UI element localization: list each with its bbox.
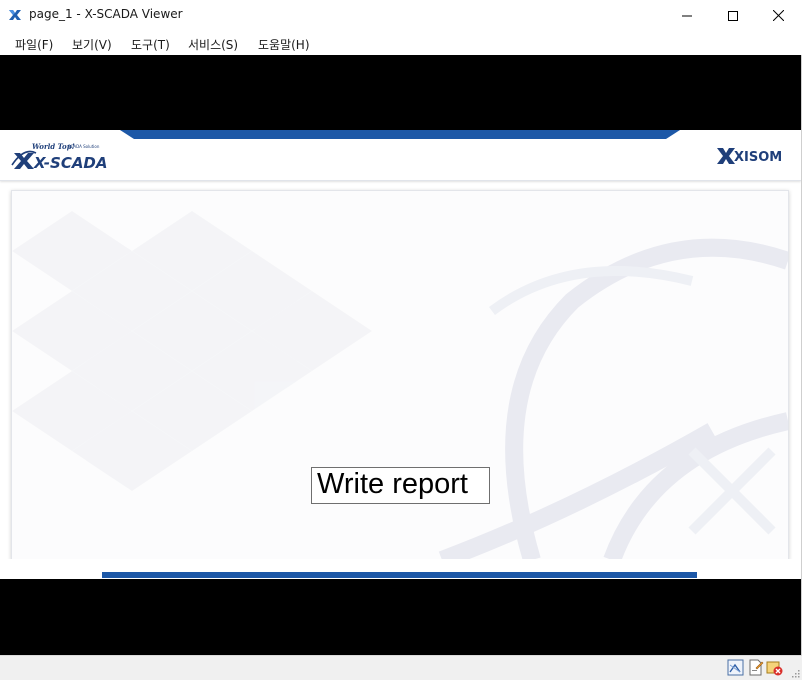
panel-background-pattern [12, 211, 788, 560]
logo-name: X-SCADA [33, 154, 108, 171]
document-edit-icon[interactable] [747, 659, 764, 676]
main-panel [11, 190, 789, 561]
write-report-button[interactable]: Write report [311, 467, 490, 504]
x-scada-app-icon [9, 10, 21, 20]
header-accent-bar [120, 130, 680, 139]
menu-file[interactable]: 파일(F) [15, 36, 53, 53]
window-titlebar[interactable]: page_1 - X-SCADA Viewer [0, 0, 802, 31]
letterbox-top [0, 55, 802, 130]
maximize-button[interactable] [710, 0, 756, 31]
alarm-error-icon[interactable] [766, 659, 783, 676]
menu-services[interactable]: 서비스(S) [188, 36, 238, 53]
xisom-logo-text: XISOM [734, 150, 782, 165]
close-button[interactable] [755, 0, 801, 31]
close-icon [772, 10, 784, 21]
footer-accent-bar [102, 572, 697, 578]
xisom-logo: XISOM [717, 148, 782, 165]
minimize-icon [682, 15, 692, 16]
resize-grip-icon[interactable] [790, 668, 800, 678]
logo-subtitle: SCADA Solution [68, 144, 100, 149]
menu-help[interactable]: 도움말(H) [258, 36, 310, 53]
minimize-button[interactable] [664, 0, 710, 31]
x-scada-logo: World Top! SCADA Solution X-SCADA [11, 142, 108, 171]
letterbox-bottom [0, 579, 802, 655]
status-bar [0, 655, 802, 680]
network-icon[interactable] [727, 659, 744, 676]
maximize-icon [728, 10, 738, 21]
menu-view[interactable]: 보기(V) [72, 36, 112, 53]
menu-tools[interactable]: 도구(T) [131, 36, 170, 53]
window-title: page_1 - X-SCADA Viewer [29, 7, 183, 21]
menu-bar: 파일(F) 보기(V) 도구(T) 서비스(S) 도움말(H) [0, 31, 802, 55]
